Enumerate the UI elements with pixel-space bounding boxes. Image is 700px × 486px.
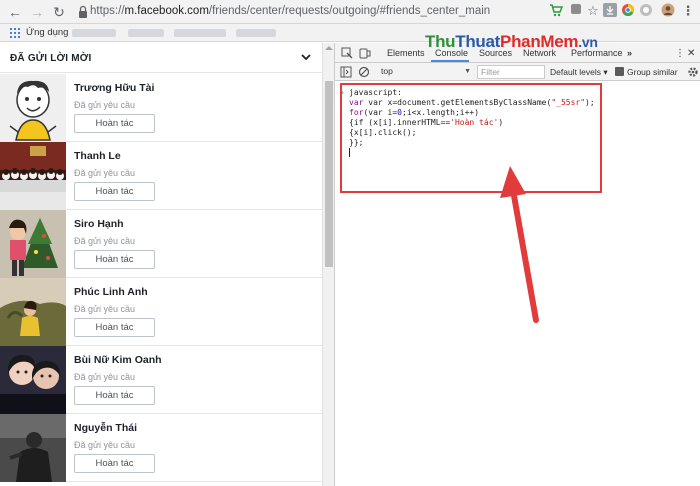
request-status: Đã gửi yêu cầu bbox=[74, 372, 136, 382]
context-value: top bbox=[381, 66, 393, 76]
undo-button[interactable]: Hoàn tác bbox=[74, 318, 155, 337]
avatar[interactable] bbox=[0, 278, 66, 346]
extension-icon[interactable] bbox=[638, 3, 654, 19]
log-levels-dropdown[interactable]: Default levels ▾ bbox=[550, 67, 608, 78]
url-path: /friends/center/requests/outgoing/#frien… bbox=[208, 5, 491, 17]
download-icon[interactable] bbox=[602, 3, 618, 19]
avatar[interactable] bbox=[0, 346, 66, 414]
page-title: ĐÃ GỬI LỜI MỜI bbox=[10, 53, 92, 64]
bookmark-item[interactable] bbox=[128, 29, 164, 37]
friend-name[interactable]: Phúc Linh Anh bbox=[74, 286, 148, 298]
undo-button[interactable]: Hoàn tác bbox=[74, 182, 155, 201]
group-similar-checkbox[interactable] bbox=[615, 67, 624, 76]
dropdown-arrow-icon: ▼ bbox=[464, 68, 471, 75]
close-icon[interactable]: ✕ bbox=[687, 48, 695, 59]
gear-icon[interactable] bbox=[687, 66, 699, 78]
bookmark-item[interactable] bbox=[174, 29, 226, 37]
avatar[interactable] bbox=[0, 210, 66, 278]
friend-name[interactable]: Trương Hữu Tài bbox=[74, 82, 154, 94]
url-text: https://m.facebook.com/friends/center/re… bbox=[90, 5, 490, 17]
forward-icon[interactable]: → bbox=[28, 3, 46, 21]
highlight-box bbox=[340, 83, 602, 193]
friend-row: Phúc Linh Anh Đã gửi yêu cầu Hoàn tác bbox=[0, 278, 322, 346]
group-similar-label: Group similar bbox=[627, 67, 678, 77]
friend-name[interactable]: Nguyễn Thái bbox=[74, 422, 137, 434]
apps-grid-icon[interactable] bbox=[10, 28, 20, 38]
tab-elements[interactable]: Elements bbox=[387, 48, 425, 58]
friend-name[interactable]: Thanh Le bbox=[74, 150, 121, 162]
friend-row: Bùi Nữ Kim Oanh Đã gửi yêu cầu Hoàn tác bbox=[0, 346, 322, 414]
friend-name[interactable]: Siro Hạnh bbox=[74, 218, 124, 230]
url-host: m.facebook.com bbox=[124, 5, 209, 17]
active-tab-indicator bbox=[431, 60, 469, 62]
menu-kebab-icon[interactable]: ⋮ bbox=[680, 3, 696, 19]
inspect-element-icon[interactable] bbox=[341, 47, 353, 59]
cart-extension-icon[interactable] bbox=[548, 3, 564, 19]
apps-label[interactable]: Ứng dụng bbox=[26, 27, 68, 38]
extension-icon[interactable] bbox=[568, 3, 584, 19]
bookmark-item[interactable] bbox=[72, 29, 116, 37]
friend-row: Nguyễn Thái Đã gửi yêu cầu Hoàn tác bbox=[0, 414, 322, 482]
scrollbar-thumb[interactable] bbox=[325, 81, 333, 267]
sent-requests-header[interactable]: ĐÃ GỬI LỜI MỜI bbox=[0, 43, 322, 73]
friend-row: Siro Hạnh Đã gửi yêu cầu Hoàn tác bbox=[0, 210, 322, 278]
url-scheme: https:// bbox=[90, 5, 125, 17]
context-select[interactable]: top ▼ bbox=[381, 66, 471, 78]
friend-name[interactable]: Bùi Nữ Kim Oanh bbox=[74, 354, 162, 366]
undo-button[interactable]: Hoàn tác bbox=[74, 114, 155, 133]
avatar[interactable] bbox=[0, 414, 66, 482]
avatar[interactable] bbox=[0, 142, 66, 210]
avatar[interactable] bbox=[0, 74, 66, 142]
annotation-arrow-icon bbox=[500, 166, 539, 323]
browser-toolbar: ← → ↻ https://m.facebook.com/friends/cen… bbox=[0, 0, 700, 24]
chrome-extension-icon[interactable] bbox=[620, 3, 636, 19]
request-status: Đã gửi yêu cầu bbox=[74, 236, 136, 246]
request-status: Đã gửi yêu cầu bbox=[74, 100, 136, 110]
devtools-menu-icon[interactable]: ⋮ bbox=[675, 48, 685, 59]
friend-row: Trương Hữu Tài Đã gửi yêu cầu Hoàn tác bbox=[0, 74, 322, 142]
more-tabs-button[interactable]: » bbox=[627, 48, 632, 58]
console-toolbar: top ▼ Filter Default levels ▾ Group simi… bbox=[335, 63, 700, 81]
scroll-up-arrow-icon[interactable] bbox=[325, 46, 333, 50]
reload-icon[interactable]: ↻ bbox=[50, 3, 68, 21]
page-scrollbar[interactable] bbox=[322, 43, 334, 486]
back-icon[interactable]: ← bbox=[6, 3, 24, 21]
bookmark-item[interactable] bbox=[236, 29, 276, 37]
profile-avatar-icon[interactable] bbox=[660, 3, 676, 19]
friend-row: Thanh Le Đã gửi yêu cầu Hoàn tác bbox=[0, 142, 322, 210]
filter-input[interactable]: Filter bbox=[477, 65, 545, 79]
undo-button[interactable]: Hoàn tác bbox=[74, 250, 155, 269]
sidebar-toggle-icon[interactable] bbox=[340, 66, 352, 78]
undo-button[interactable]: Hoàn tác bbox=[74, 454, 155, 473]
chevron-down-icon[interactable] bbox=[300, 51, 312, 63]
device-toggle-icon[interactable] bbox=[359, 47, 371, 59]
clear-console-icon[interactable] bbox=[358, 66, 370, 78]
facebook-page: ĐÃ GỬI LỜI MỜI Trương Hữu Tài Đã gửi yêu… bbox=[0, 43, 322, 486]
lock-icon bbox=[79, 5, 87, 18]
request-status: Đã gửi yêu cầu bbox=[74, 304, 136, 314]
star-icon[interactable]: ☆ bbox=[585, 3, 601, 19]
watermark-logo: ThuThuatPhanMem.vn bbox=[425, 32, 598, 51]
request-status: Đã gửi yêu cầu bbox=[74, 440, 136, 450]
request-status: Đã gửi yêu cầu bbox=[74, 168, 136, 178]
undo-button[interactable]: Hoàn tác bbox=[74, 386, 155, 405]
